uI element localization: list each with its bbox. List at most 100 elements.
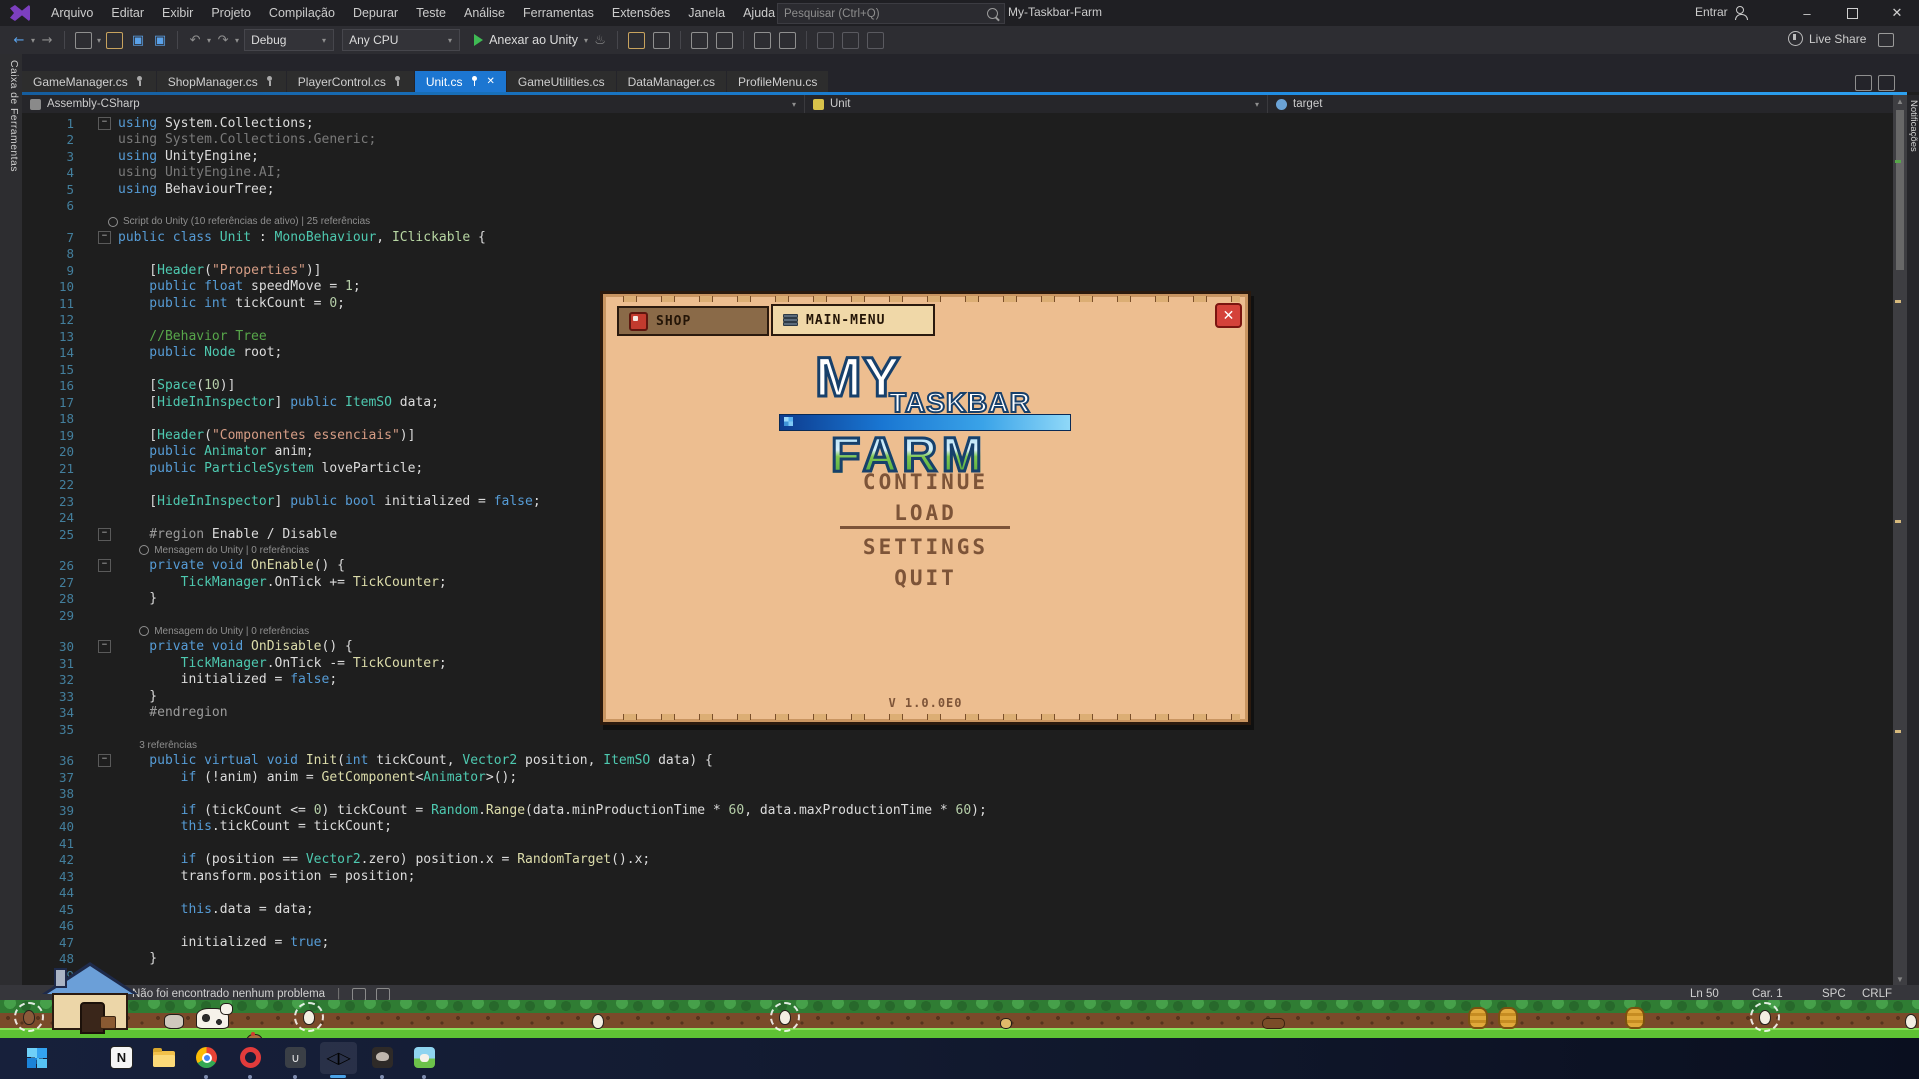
- breadcrumb-project[interactable]: Assembly-CSharp ▾: [22, 95, 805, 113]
- taskbar-app-farm-game[interactable]: [412, 1045, 437, 1070]
- fold-marker-icon[interactable]: −: [98, 117, 111, 130]
- game-tab-shop[interactable]: SHOP: [617, 306, 769, 336]
- sprite-beehive[interactable]: [1468, 1007, 1488, 1029]
- breadcrumb-member[interactable]: target: [1268, 95, 1907, 113]
- tab-shopmanager-cs[interactable]: ShopManager.cs: [157, 71, 286, 92]
- sprite-beehive[interactable]: [1625, 1007, 1645, 1029]
- fold-marker-icon[interactable]: −: [98, 754, 111, 767]
- new-file-icon[interactable]: [75, 32, 92, 49]
- pin-icon[interactable]: [393, 76, 403, 87]
- menu-editar[interactable]: Editar: [102, 2, 153, 24]
- taskbar-app-start[interactable]: [24, 1045, 49, 1070]
- taskbar-app-opera[interactable]: [238, 1045, 263, 1070]
- fold-marker-icon[interactable]: −: [98, 231, 111, 244]
- sprite-stool[interactable]: [100, 1016, 116, 1029]
- taskbar-app-unity[interactable]: ∪: [283, 1045, 308, 1070]
- taskbar-app-explorer[interactable]: [151, 1045, 176, 1070]
- redo-icon[interactable]: ↷: [214, 31, 232, 49]
- undo-icon[interactable]: ↶: [186, 31, 204, 49]
- bookmark-icon[interactable]: [817, 32, 834, 49]
- sprite-cow[interactable]: [196, 1008, 229, 1029]
- tab-gameutilities-cs[interactable]: GameUtilities.cs: [507, 71, 616, 92]
- notifications-vertical-tab[interactable]: Notificações: [1906, 100, 1919, 190]
- minimize-button[interactable]: –: [1785, 0, 1829, 26]
- configuration-dropdown[interactable]: Debug▾: [244, 29, 334, 51]
- breadcrumb-type[interactable]: Unit ▾: [805, 95, 1268, 113]
- tab-unit-cs[interactable]: Unit.cs✕: [415, 71, 506, 92]
- live-share-button[interactable]: Live Share: [1788, 31, 1866, 46]
- scroll-up-icon[interactable]: ▲: [1896, 97, 1904, 106]
- start-debug-icon[interactable]: [474, 34, 483, 46]
- game-menu-continue[interactable]: CONTINUE: [603, 470, 1248, 494]
- new-file-dropdown[interactable]: ▾: [97, 36, 101, 45]
- game-menu-settings[interactable]: SETTINGS: [603, 535, 1248, 559]
- sprite-beehive[interactable]: [1498, 1007, 1518, 1029]
- menu-arquivo[interactable]: Arquivo: [42, 2, 102, 24]
- game-close-button[interactable]: ✕: [1215, 303, 1242, 328]
- codelens-annotation[interactable]: Script do Unity (10 referências de ativo…: [22, 214, 1893, 229]
- redo-dropdown[interactable]: ▾: [235, 36, 239, 45]
- tab-close-icon[interactable]: ✕: [487, 76, 495, 87]
- taskbar-app-notion[interactable]: N: [109, 1045, 134, 1070]
- taskbar-app-chrome[interactable]: [194, 1045, 219, 1070]
- codelens-annotation[interactable]: 3 referências: [22, 738, 1893, 753]
- attach-to-unity-button[interactable]: Anexar ao Unity: [489, 33, 578, 47]
- sprite-chick[interactable]: [1000, 1018, 1012, 1029]
- attach-dropdown[interactable]: ▾: [584, 36, 588, 45]
- game-menu-load[interactable]: LOAD: [603, 501, 1248, 525]
- navigate-back-icon[interactable]: ←: [10, 31, 28, 49]
- platform-dropdown[interactable]: Any CPU▾: [342, 29, 460, 51]
- maximize-button[interactable]: [1830, 0, 1874, 26]
- taskbar-app-visual-studio[interactable]: ◁▷: [326, 1045, 351, 1070]
- fold-marker-icon[interactable]: −: [98, 640, 111, 653]
- tab-profilemenu-cs[interactable]: ProfileMenu.cs: [727, 71, 828, 92]
- save-all-icon[interactable]: ▣: [151, 31, 169, 49]
- indent-icon[interactable]: [754, 32, 771, 49]
- copy-structure-icon[interactable]: [716, 32, 733, 49]
- game-tab-main-menu[interactable]: MAIN-MENU: [771, 304, 935, 336]
- game-menu-quit[interactable]: QUIT: [603, 566, 1248, 590]
- tab-playercontrol-cs[interactable]: PlayerControl.cs: [287, 71, 414, 92]
- pin-icon[interactable]: [470, 76, 480, 87]
- sprite-dog[interactable]: [164, 1014, 184, 1029]
- sprite-log[interactable]: [1262, 1018, 1285, 1029]
- menu-extenso-es[interactable]: Extensões: [603, 2, 679, 24]
- fold-marker-icon[interactable]: −: [98, 559, 111, 572]
- menu-teste[interactable]: Teste: [407, 2, 455, 24]
- sprite-egg[interactable]: [1905, 1014, 1917, 1029]
- tab-datamanager-cs[interactable]: DataManager.cs: [617, 71, 726, 92]
- show-diagram-icon[interactable]: [691, 32, 708, 49]
- sprite-egg-ring-brown[interactable]: [14, 1002, 44, 1032]
- sprite-egg-ring[interactable]: [294, 1002, 324, 1032]
- pin-icon[interactable]: [135, 76, 145, 87]
- sprite-egg-ring[interactable]: [770, 1002, 800, 1032]
- next-bookmark-icon[interactable]: [867, 32, 884, 49]
- back-dropdown[interactable]: ▾: [31, 36, 35, 45]
- menu-compilac-a-o[interactable]: Compilação: [260, 2, 344, 24]
- sprite-egg-ring[interactable]: [1750, 1002, 1780, 1032]
- open-file-icon[interactable]: [106, 32, 123, 49]
- sign-in-button[interactable]: Entrar: [1695, 5, 1747, 19]
- scrollbar-thumb[interactable]: [1896, 110, 1904, 270]
- navigate-home-icon[interactable]: [653, 32, 670, 49]
- tab-gamemanager-cs[interactable]: GameManager.cs: [22, 71, 156, 92]
- menu-ferramentas[interactable]: Ferramentas: [514, 2, 603, 24]
- comment-icon[interactable]: [779, 32, 796, 49]
- menu-ana-lise[interactable]: Análise: [455, 2, 514, 24]
- hot-reload-icon[interactable]: ♨: [591, 31, 609, 49]
- undo-dropdown[interactable]: ▾: [207, 36, 211, 45]
- menu-depurar[interactable]: Depurar: [344, 2, 407, 24]
- taskbar-app-gimp[interactable]: [370, 1045, 395, 1070]
- search-input[interactable]: Pesquisar (Ctrl+Q): [777, 3, 1005, 24]
- taskbar-app-task-manager[interactable]: [66, 1045, 91, 1070]
- menu-exibir[interactable]: Exibir: [153, 2, 202, 24]
- find-in-files-icon[interactable]: [628, 32, 645, 49]
- menu-janela[interactable]: Janela: [679, 2, 734, 24]
- pin-icon[interactable]: [265, 76, 275, 87]
- sprite-house[interactable]: [42, 962, 138, 1030]
- sprite-egg[interactable]: [592, 1014, 604, 1029]
- toolbox-vertical-tab[interactable]: Caixa de Ferramentas: [2, 60, 20, 200]
- close-button[interactable]: ✕: [1875, 0, 1919, 26]
- save-icon[interactable]: ▣: [129, 31, 147, 49]
- fold-marker-icon[interactable]: −: [98, 528, 111, 541]
